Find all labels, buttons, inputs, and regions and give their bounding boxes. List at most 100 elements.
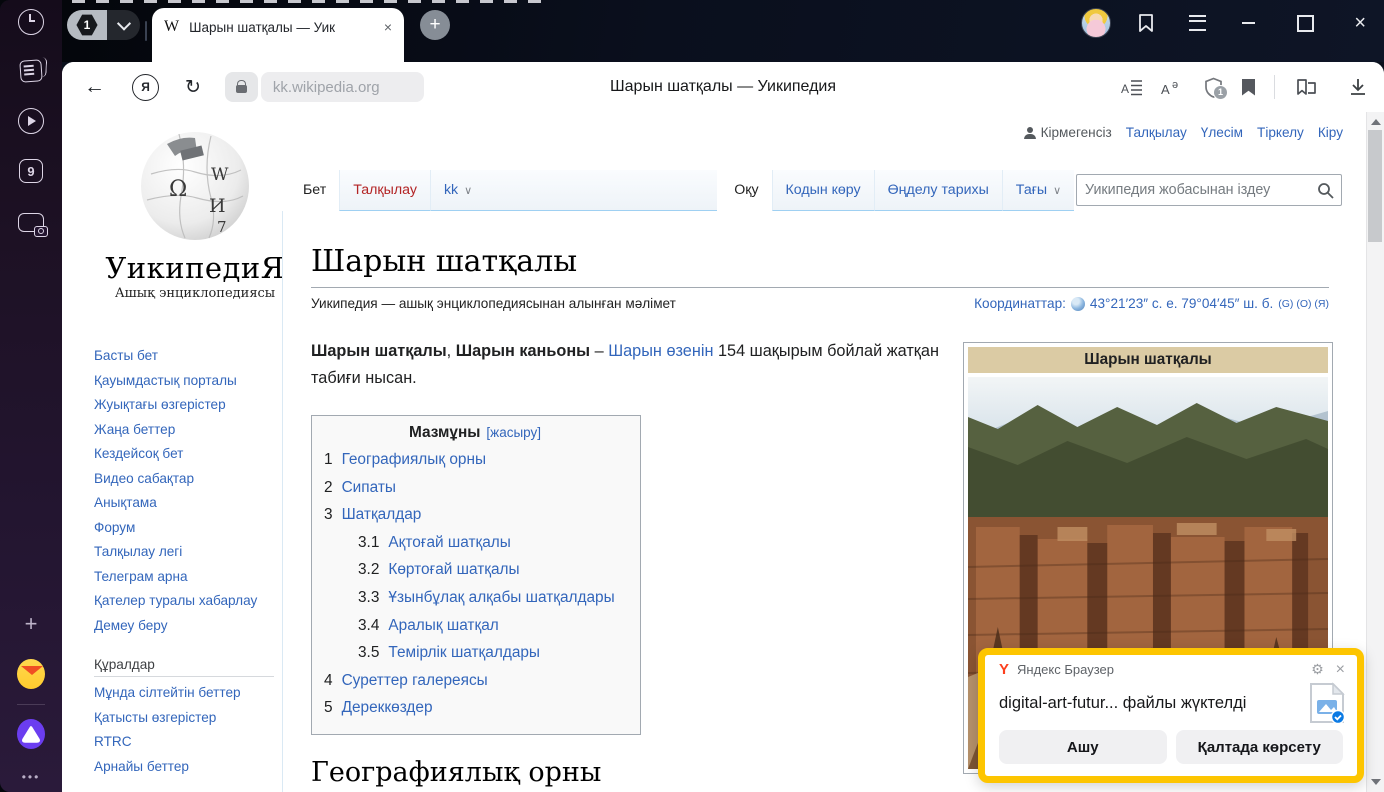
nav-link[interactable]: Форум: [94, 516, 294, 541]
svg-text:Ω: Ω: [169, 177, 187, 202]
coords-label[interactable]: Координаттар:: [974, 296, 1066, 311]
nav-link[interactable]: Қауымдастық порталы: [94, 369, 294, 394]
toc-item[interactable]: 1Географиялық орны: [324, 446, 626, 474]
tab-close-icon[interactable]: ×: [384, 19, 392, 35]
clipped-text-fragments: [72, 0, 542, 3]
history-icon[interactable]: [17, 8, 45, 36]
notes-icon[interactable]: [17, 57, 45, 85]
reload-button[interactable]: ↻: [185, 76, 201, 98]
toc-item[interactable]: 3.4Аралық шатқал: [358, 612, 626, 640]
downloads-icon[interactable]: [1348, 77, 1368, 97]
wiki-tab[interactable]: Бет: [290, 170, 339, 211]
wiki-tab[interactable]: Өңделу тарихы: [874, 170, 1002, 211]
personal-link[interactable]: Тіркелу: [1257, 125, 1304, 140]
toc-item[interactable]: 3.1Ақтоғай шатқалы: [358, 529, 626, 557]
sidebar-add-button[interactable]: +: [17, 610, 45, 638]
new-tab-button[interactable]: +: [420, 10, 450, 40]
show-in-folder-button[interactable]: Қалтада көрсету: [1176, 730, 1344, 764]
open-file-button[interactable]: Ашу: [999, 730, 1167, 764]
nav-link[interactable]: Видео сабақтар: [94, 467, 294, 492]
window-controls: ×: [1081, 0, 1384, 46]
personal-link[interactable]: Талқылау: [1126, 125, 1187, 140]
wiki-search-input[interactable]: [1077, 182, 1317, 198]
nav-link[interactable]: Басты бет: [94, 344, 294, 369]
tools-header: Құралдар: [94, 654, 274, 677]
river-link[interactable]: Шарын өзенін: [608, 342, 713, 360]
reader-mode-icon[interactable]: A: [1121, 78, 1142, 96]
toc-item[interactable]: 5Дереккөздер: [324, 694, 626, 722]
search-icon[interactable]: [1317, 182, 1334, 199]
nav-link[interactable]: Телеграм арна: [94, 565, 294, 590]
svg-text:A: A: [1161, 82, 1170, 96]
tool-link[interactable]: Арнайы беттер: [94, 755, 294, 780]
page-scrollbar[interactable]: [1366, 112, 1384, 792]
tab-title: Шарын шатқалы — Уик: [189, 20, 378, 35]
download-toast: Y Яндекс Браузер ⚙ × digital-art-futur..…: [978, 648, 1364, 783]
tab-group-count-badge: 1: [76, 14, 98, 36]
toc-item[interactable]: 3.2Көртоғай шатқалы: [358, 556, 626, 584]
side-panel-icon[interactable]: [1137, 13, 1155, 33]
tool-link[interactable]: Мұнда сілтейтін беттер: [94, 681, 294, 706]
menu-hamburger-icon[interactable]: [1189, 15, 1206, 31]
profile-avatar[interactable]: [1081, 8, 1111, 38]
toc-hide-link[interactable]: [жасыру]: [486, 425, 541, 440]
protect-shield-icon[interactable]: 1: [1204, 77, 1223, 98]
address-bar[interactable]: kk.wikipedia.org: [261, 72, 424, 102]
globe-icon[interactable]: [1071, 297, 1085, 311]
lead-paragraph: Шарын шатқалы, Шарын каньоны – Шарын өзе…: [311, 338, 943, 392]
browser-chrome: 1 W Шарын шатқалы — Уик × + ×: [62, 0, 1384, 62]
wiki-tab[interactable]: kk∨: [430, 170, 485, 211]
nav-link[interactable]: Демеу беру: [94, 614, 294, 639]
close-window-button[interactable]: ×: [1354, 13, 1366, 33]
collections-icon[interactable]: [1294, 77, 1318, 97]
alice-assistant-icon[interactable]: [17, 719, 45, 749]
wiki-tab[interactable]: Кодын көру: [772, 170, 874, 211]
yandex-mail-icon[interactable]: [17, 659, 45, 689]
chevron-down-icon: ∨: [464, 184, 472, 197]
browser-tab[interactable]: W Шарын шатқалы — Уик ×: [152, 8, 404, 62]
sidebar-more-menu[interactable]: •••: [17, 763, 45, 791]
maximize-button[interactable]: [1297, 15, 1314, 32]
toc-item[interactable]: 3Шатқалдар: [324, 501, 626, 529]
wikipedia-favicon: W: [164, 18, 179, 36]
navigation-toolbar: ← Я ↻ kk.wikipedia.org Шарын шатқалы — У…: [62, 62, 1384, 112]
video-play-icon[interactable]: [17, 107, 45, 135]
personal-link[interactable]: Кіру: [1318, 125, 1343, 140]
site-security-button[interactable]: [225, 72, 258, 102]
wiki-tab[interactable]: Оқу: [721, 170, 771, 211]
tab-group-dropdown[interactable]: [107, 10, 140, 40]
coords-value[interactable]: 43°21′23″ с. е. 79°04′45″ ш. б.: [1090, 296, 1273, 311]
wiki-tab[interactable]: Тағы∨: [1002, 170, 1074, 211]
tool-link[interactable]: Қатысты өзгерістер: [94, 706, 294, 731]
toc-item[interactable]: 3.5Темірлік шатқалдары: [358, 639, 626, 667]
yandex-home-button[interactable]: Я: [132, 74, 159, 101]
personal-link[interactable]: Үлесім: [1201, 125, 1243, 140]
nav-link[interactable]: Талқылау легі: [94, 540, 294, 565]
toast-close-icon[interactable]: ×: [1336, 662, 1345, 678]
scroll-down-arrow[interactable]: [1371, 779, 1381, 785]
nav-link[interactable]: Анықтама: [94, 491, 294, 516]
nav-link[interactable]: Қателер туралы хабарлау: [94, 589, 294, 614]
toc-item[interactable]: 2Сипаты: [324, 474, 626, 502]
wikipedia-logo[interactable]: Ω W И 7 УикипедиЯ Ашық энциклопедиясы: [90, 126, 300, 301]
nav-link[interactable]: Кездейсоқ бет: [94, 442, 294, 467]
wiki-tab[interactable]: Талқылау: [339, 170, 430, 211]
back-button[interactable]: ←: [84, 75, 105, 99]
bookmark-icon[interactable]: [1242, 79, 1255, 96]
translate-icon[interactable]: Aә: [1161, 78, 1185, 96]
lock-icon: [236, 85, 247, 93]
logo-wordmark: УикипедиЯ: [90, 251, 300, 285]
toc-item[interactable]: 3.3Ұзынбұлақ алқабы шатқалдары: [358, 584, 626, 612]
minimize-button[interactable]: [1242, 22, 1255, 24]
toc-item[interactable]: 4Суреттер галереясы: [324, 667, 626, 695]
scroll-thumb[interactable]: [1368, 130, 1382, 242]
nav-link[interactable]: Жаңа беттер: [94, 418, 294, 443]
tab-group-chip[interactable]: 1: [67, 10, 140, 40]
nav-link[interactable]: Жуықтағы өзгерістер: [94, 393, 294, 418]
coords-services[interactable]: (G) (O) (Я): [1278, 298, 1329, 310]
tool-link[interactable]: RTRC: [94, 730, 294, 755]
scroll-up-arrow[interactable]: [1371, 119, 1381, 125]
tab-counter-badge[interactable]: 9: [17, 157, 45, 185]
screenshot-icon[interactable]: [17, 210, 45, 238]
toast-settings-icon[interactable]: ⚙: [1311, 662, 1324, 678]
